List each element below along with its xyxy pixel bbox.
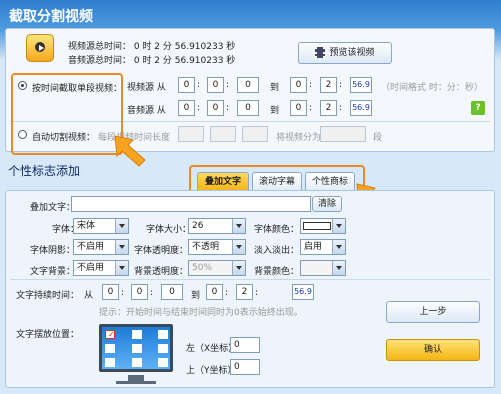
overlay-text-label: 叠加文字： <box>30 203 76 213</box>
segment-length-minute[interactable] <box>210 126 236 142</box>
video-duration-text: 视频源总时间： 0 时 2 分 56.910233 秒 <box>68 42 236 52</box>
video-from-minute[interactable]: 0 <box>207 77 224 93</box>
font-size-select[interactable]: 26 <box>188 218 246 234</box>
preview-video-button[interactable]: 预览该视频 <box>298 42 392 64</box>
text-bg-label: 文字背景： <box>30 267 76 277</box>
video-from-hour[interactable]: 0 <box>178 77 195 93</box>
film-icon <box>315 47 326 58</box>
overlay-text-input[interactable] <box>71 196 311 212</box>
x-coordinate-input[interactable]: 0 <box>230 337 260 353</box>
pointer-arrow-icon <box>114 135 146 167</box>
segment-unit-label: 段 <box>373 133 383 143</box>
duration-from-label: 从 <box>84 291 94 301</box>
video-to-hour[interactable]: 0 <box>290 77 307 93</box>
font-opacity-label: 字体透明度： <box>134 246 189 256</box>
window-title: 截取分割视频 <box>9 9 93 25</box>
font-select[interactable]: 宋体 <box>73 218 129 234</box>
audio-to-second[interactable]: 56.9 <box>350 100 372 116</box>
logo-section-title: 个性标志添加 <box>8 164 81 178</box>
bg-opacity-select[interactable]: 50% <box>188 260 246 276</box>
chevron-down-icon <box>336 224 342 228</box>
confirm-button[interactable]: 确认 <box>386 339 480 361</box>
audio-to-label: 到 <box>270 106 280 116</box>
video-to-second[interactable]: 56.9 <box>350 77 372 93</box>
segment-length-second[interactable] <box>242 126 268 142</box>
chevron-down-icon <box>236 224 242 228</box>
text-bg-select[interactable]: 不启用 <box>73 260 129 276</box>
duration-from-minute[interactable]: 0 <box>131 284 148 300</box>
split-into-label: 将视频分为 <box>276 133 322 143</box>
video-to-minute[interactable]: 2 <box>320 77 337 93</box>
duration-from-second[interactable]: 0 <box>161 284 183 300</box>
fade-label: 淡入淡出： <box>254 246 300 256</box>
chevron-down-icon <box>119 266 125 270</box>
audio-from-second[interactable]: 0 <box>237 100 259 116</box>
y-coordinate-input[interactable]: 0 <box>230 359 260 375</box>
clear-button[interactable]: 清除 <box>312 196 342 212</box>
video-from-second[interactable]: 0 <box>237 77 259 93</box>
audio-from-minute[interactable]: 0 <box>207 100 224 116</box>
duration-to-second[interactable]: 56.9 <box>292 284 314 300</box>
duration-to-minute[interactable]: 2 <box>236 284 253 300</box>
overlay-text-panel: 叠加文字： 清除 字体： 宋体 字体大小： 26 字体颜色： 字体阴影： 不启用… <box>5 190 495 388</box>
audio-source-label: 音频源 从 <box>127 106 166 116</box>
duration-to-label: 到 <box>191 291 201 301</box>
audio-duration-text: 音频源总时间： 0 时 2 分 56.910233 秒 <box>68 56 236 66</box>
y-coordinate-label: 上（Y坐标） <box>186 366 237 376</box>
font-shadow-select[interactable]: 不启用 <box>73 239 129 255</box>
prev-step-button[interactable]: 上一步 <box>386 301 480 323</box>
video-source-label: 视频源 从 <box>127 83 166 93</box>
duration-to-hour[interactable]: 0 <box>206 284 223 300</box>
chevron-down-icon <box>336 266 342 270</box>
bg-opacity-label: 背景透明度： <box>134 267 189 277</box>
app-window: 截取分割视频 视频源总时间： 0 时 2 分 56.910233 秒 音频源总时… <box>0 0 501 394</box>
video-to-label: 到 <box>270 83 280 93</box>
position-label: 文字摆放位置： <box>16 330 80 340</box>
chevron-down-icon <box>236 245 242 249</box>
preview-button-label: 预览该视频 <box>329 48 375 58</box>
chevron-down-icon <box>119 224 125 228</box>
audio-to-minute[interactable]: 2 <box>320 100 337 116</box>
segment-length-hour[interactable] <box>178 126 204 142</box>
font-opacity-select[interactable]: 不透明 <box>188 239 246 255</box>
duration-hint: 提示：开始时间与结束时间同时为0表示始终出现。 <box>99 308 303 318</box>
bg-color-label: 背景颜色： <box>254 267 300 277</box>
video-file-icon <box>26 34 54 62</box>
help-icon[interactable]: ? <box>471 101 485 115</box>
font-color-label: 字体颜色： <box>254 225 300 235</box>
position-preview-monitor[interactable]: ✓ <box>99 324 173 372</box>
duration-from-hour[interactable]: 0 <box>102 284 119 300</box>
chevron-down-icon <box>236 266 242 270</box>
bg-color-select[interactable] <box>300 260 346 276</box>
chevron-down-icon <box>119 245 125 249</box>
duration-label: 文字持续时间： <box>16 291 80 301</box>
font-shadow-label: 字体阴影： <box>30 246 76 256</box>
split-count-input[interactable] <box>320 126 366 142</box>
chevron-down-icon <box>336 245 342 249</box>
audio-to-hour[interactable]: 0 <box>290 100 307 116</box>
time-format-hint: （时间格式 时：分：秒） <box>381 83 483 93</box>
single-segment-highlight <box>11 73 123 155</box>
font-size-label: 字体大小： <box>146 225 192 235</box>
fade-select[interactable]: 启用 <box>300 239 346 255</box>
font-color-select[interactable] <box>300 218 346 234</box>
audio-from-hour[interactable]: 0 <box>178 100 195 116</box>
